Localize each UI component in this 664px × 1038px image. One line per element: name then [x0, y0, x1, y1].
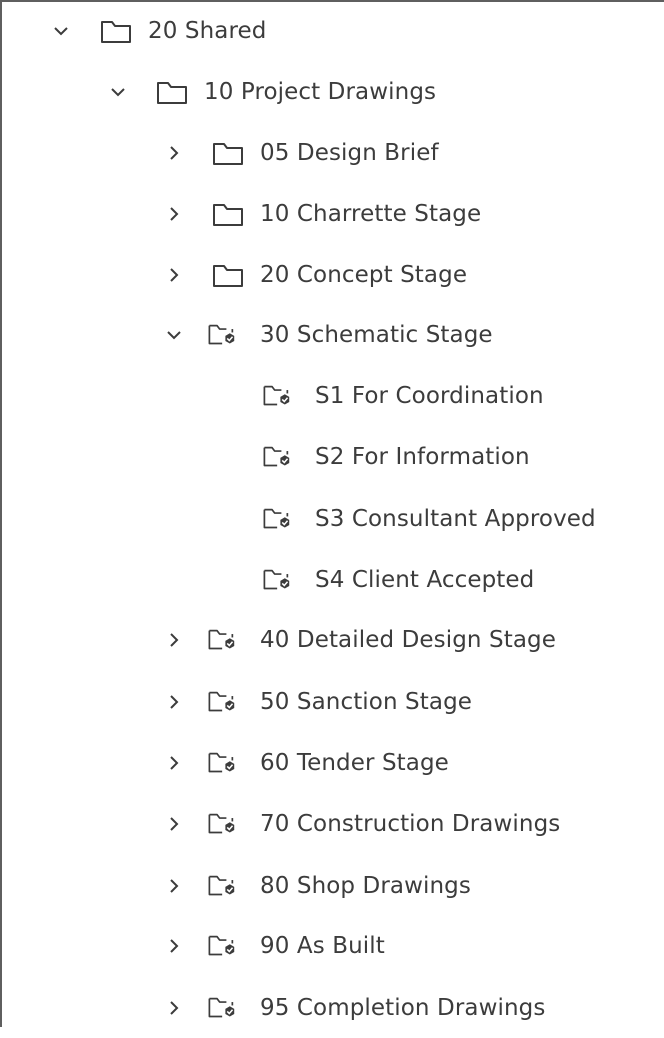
tree-row-50-sanction-stage[interactable]: 50 Sanction Stage [2, 671, 664, 732]
tree-row-30-schematic-stage[interactable]: 30 Schematic Stage [2, 304, 664, 365]
tree-item-label: 10 Charrette Stage [260, 200, 482, 227]
controlled-folder-icon [208, 997, 235, 1017]
tree-item-label: 20 Shared [148, 17, 267, 44]
chevron-right-icon[interactable] [165, 205, 183, 223]
chevron-right-icon[interactable] [165, 693, 183, 711]
chevron-down-icon[interactable] [165, 326, 183, 344]
tree-row-80-shop-drawings[interactable]: 80 Shop Drawings [2, 855, 664, 916]
controlled-folder-icon [263, 508, 290, 528]
folder-icon [101, 20, 131, 43]
folder-icon [213, 142, 243, 165]
controlled-folder-icon [208, 629, 235, 649]
tree-row-10-charrette-stage[interactable]: 10 Charrette Stage [2, 183, 664, 244]
tree-row-20-concept-stage[interactable]: 20 Concept Stage [2, 244, 664, 305]
tree-item-label: 90 As Built [260, 932, 385, 959]
chevron-down-icon[interactable] [52, 22, 70, 40]
tree-item-label: 10 Project Drawings [204, 78, 437, 105]
tree-row-20-shared[interactable]: 20 Shared [2, 0, 664, 61]
chevron-right-icon[interactable] [165, 144, 183, 162]
tree-row-40-detailed-design-stage[interactable]: 40 Detailed Design Stage [2, 609, 664, 670]
controlled-folder-icon [263, 446, 290, 466]
tree-row-s2-for-information[interactable]: S2 For Information [2, 426, 664, 487]
tree-item-label: S2 For Information [315, 443, 530, 470]
folder-tree-panel: 20 Shared 10 Project Drawings 05 Design … [0, 0, 664, 1027]
controlled-folder-icon [208, 324, 235, 344]
folder-icon [213, 203, 243, 226]
tree-item-label: S1 For Coordination [315, 382, 544, 409]
tree-row-s4-client-accepted[interactable]: S4 Client Accepted [2, 549, 664, 610]
chevron-right-icon[interactable] [165, 631, 183, 649]
chevron-right-icon[interactable] [165, 815, 183, 833]
tree-row-s1-for-coordination[interactable]: S1 For Coordination [2, 365, 664, 426]
chevron-right-icon[interactable] [165, 754, 183, 772]
tree-row-05-design-brief[interactable]: 05 Design Brief [2, 122, 664, 183]
tree-row-90-as-built[interactable]: 90 As Built [2, 915, 664, 976]
tree-item-label: 05 Design Brief [260, 139, 439, 166]
chevron-right-icon[interactable] [165, 999, 183, 1017]
controlled-folder-icon [263, 569, 290, 589]
tree-item-label: 70 Construction Drawings [260, 810, 561, 837]
controlled-folder-icon [208, 935, 235, 955]
tree-item-label: 95 Completion Drawings [260, 994, 546, 1021]
tree-item-label: 20 Concept Stage [260, 261, 468, 288]
tree-item-label: 30 Schematic Stage [260, 321, 493, 348]
controlled-folder-icon [208, 875, 235, 895]
chevron-right-icon[interactable] [165, 877, 183, 895]
controlled-folder-icon [208, 813, 235, 833]
chevron-down-icon[interactable] [109, 83, 127, 101]
controlled-folder-icon [208, 752, 235, 772]
tree-row-60-tender-stage[interactable]: 60 Tender Stage [2, 732, 664, 793]
folder-icon [157, 81, 187, 104]
tree-item-label: 40 Detailed Design Stage [260, 626, 556, 653]
tree-row-70-construction-drawings[interactable]: 70 Construction Drawings [2, 793, 664, 854]
controlled-folder-icon [208, 691, 235, 711]
tree-row-95-completion-drawings[interactable]: 95 Completion Drawings [2, 977, 664, 1038]
chevron-right-icon[interactable] [165, 266, 183, 284]
tree-item-label: S3 Consultant Approved [315, 505, 596, 532]
controlled-folder-icon [263, 385, 290, 405]
tree-row-10-project-drawings[interactable]: 10 Project Drawings [2, 61, 664, 122]
tree-row-s3-consultant-approved[interactable]: S3 Consultant Approved [2, 488, 664, 549]
tree-item-label: 60 Tender Stage [260, 749, 449, 776]
tree-item-label: 80 Shop Drawings [260, 872, 471, 899]
tree-item-label: 50 Sanction Stage [260, 688, 473, 715]
chevron-right-icon[interactable] [165, 937, 183, 955]
folder-icon [213, 264, 243, 287]
tree-item-label: S4 Client Accepted [315, 566, 535, 593]
